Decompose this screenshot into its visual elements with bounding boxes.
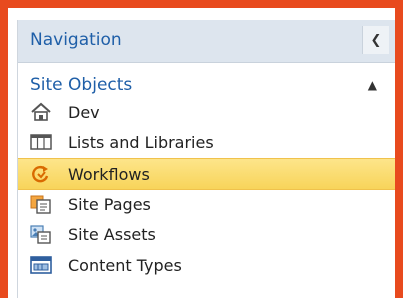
navigation-pane: Navigation ❮ Site Objects ▲ Dev Lists an… [17, 20, 395, 298]
navigation-header: Navigation ❮ [18, 20, 395, 63]
nav-item-label: Lists and Libraries [68, 132, 214, 152]
nav-item-workflows[interactable]: Workflows [18, 158, 395, 190]
nav-item-lists-and-libraries[interactable]: Lists and Libraries [18, 127, 395, 157]
nav-item-label: Site Pages [68, 194, 151, 214]
nav-item-label: Workflows [68, 164, 150, 184]
table-icon [30, 132, 52, 152]
workflow-icon [30, 164, 52, 184]
nav-item-dev[interactable]: Dev [18, 97, 395, 127]
nav-item-site-assets[interactable]: Site Assets [18, 219, 395, 249]
navigation-title: Navigation [30, 30, 122, 50]
nav-item-label: Content Types [68, 255, 182, 275]
nav-item-site-pages[interactable]: Site Pages [18, 189, 395, 219]
site-assets-icon [30, 224, 52, 244]
nav-item-label: Site Assets [68, 224, 156, 244]
app-frame: Navigation ❮ Site Objects ▲ Dev Lists an… [0, 0, 403, 298]
chevron-left-icon[interactable]: ❮ [362, 26, 389, 54]
home-icon [30, 102, 52, 122]
content-types-icon [30, 255, 52, 275]
site-pages-icon [30, 194, 52, 214]
site-objects-title[interactable]: Site Objects [30, 75, 132, 95]
chevron-up-icon[interactable]: ▲ [368, 78, 377, 92]
nav-item-label: Dev [68, 102, 100, 122]
nav-item-content-types[interactable]: Content Types [18, 250, 395, 280]
